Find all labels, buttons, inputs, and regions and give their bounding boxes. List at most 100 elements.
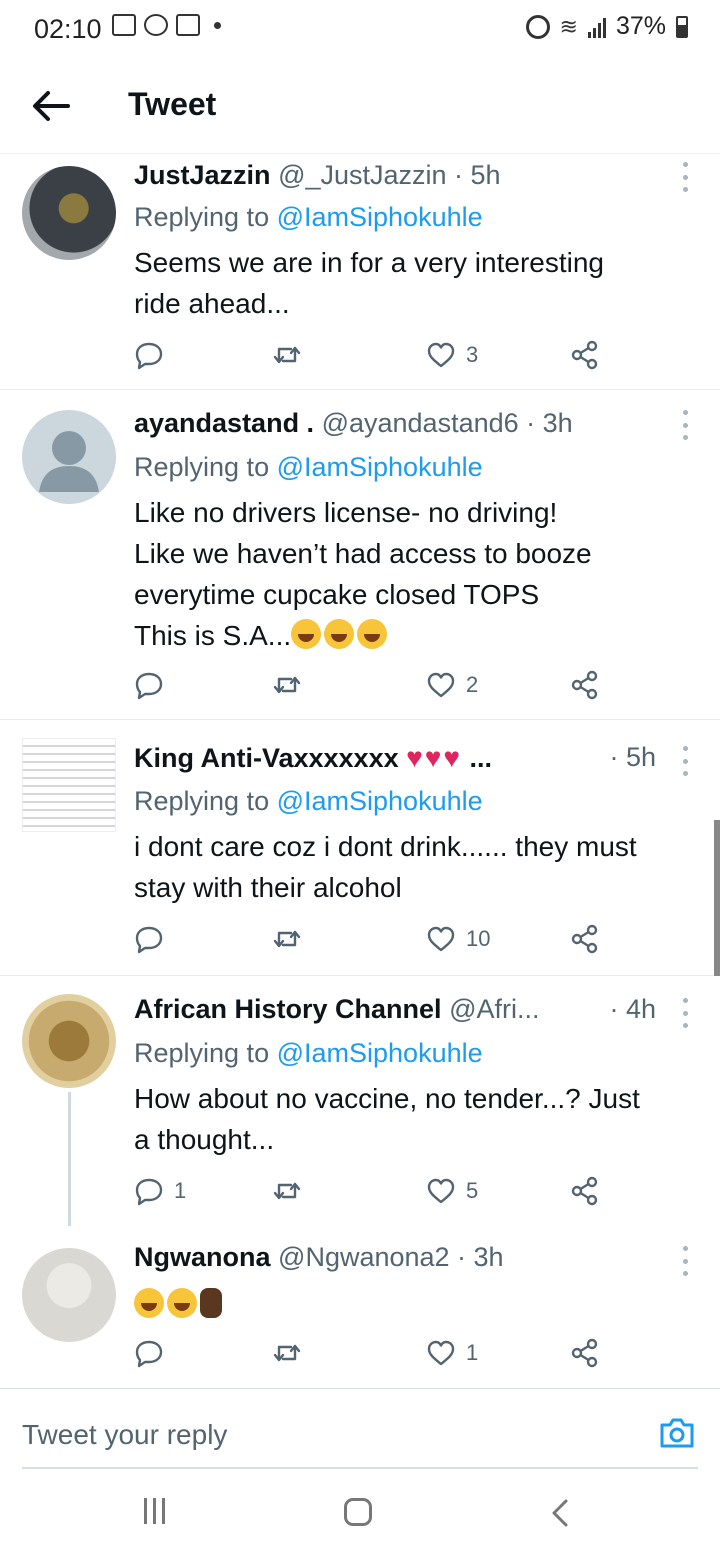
tweet-header: King Anti-Vaxxxxxxx ♥♥♥ ... [134, 742, 680, 774]
tweet-actions: 3 [134, 340, 614, 372]
retweet-button[interactable] [272, 670, 312, 700]
tweet-actions: 1 5 [134, 1176, 614, 1208]
laughing-emoji-icon [291, 619, 322, 649]
display-name[interactable]: King Anti-Vaxxxxxxx [134, 743, 399, 773]
scrollbar[interactable] [714, 820, 720, 976]
more-options-icon[interactable] [680, 998, 690, 1028]
avatar[interactable] [22, 1248, 116, 1342]
tweet-text-line: ride ahead... [134, 288, 290, 319]
share-icon [571, 1176, 598, 1206]
tweet-text-line: Like no drivers license- no driving! [134, 497, 558, 528]
tweet-text-line: This is S.A... [134, 620, 292, 651]
system-nav-bar [0, 1478, 720, 1560]
reply-tweet[interactable]: JustJazzin @_JustJazzin · 5h Replying to… [0, 154, 720, 390]
tweet-text: How about no vaccine, no tender...? Just… [134, 1078, 700, 1160]
whatsapp-icon [144, 14, 168, 36]
tweet-text-line: Seems we are in for a very interesting [134, 247, 604, 278]
share-button[interactable] [570, 340, 600, 370]
like-count: 10 [466, 926, 491, 951]
like-count: 5 [466, 1178, 479, 1203]
status-time: 02:10 [34, 14, 102, 44]
display-name[interactable]: JustJazzin [134, 160, 271, 190]
retweet-button[interactable] [272, 1176, 312, 1206]
camera-button[interactable] [658, 1415, 696, 1451]
retweet-button[interactable] [272, 924, 312, 954]
reply-composer: Tweet your reply [0, 1388, 720, 1468]
reply-tweet[interactable]: King Anti-Vaxxxxxxx ♥♥♥ ... · 5h Replyin… [0, 720, 720, 976]
retweet-button[interactable] [272, 1338, 312, 1368]
back-button[interactable] [28, 84, 76, 128]
reply-button[interactable] [134, 670, 174, 700]
like-button[interactable]: 3 [426, 340, 478, 370]
reply-button[interactable] [134, 1338, 174, 1368]
like-button[interactable]: 1 [426, 1338, 478, 1368]
retweet-button[interactable] [272, 340, 312, 370]
tweet-header: ayandastand . @ayandastand6 · 3h [134, 408, 680, 439]
mention-link[interactable]: @IamSiphokuhle [277, 452, 483, 482]
replying-to: Replying to @IamSiphokuhle [134, 202, 483, 233]
share-button[interactable] [570, 924, 600, 954]
more-options-icon[interactable] [680, 746, 690, 776]
replying-to-label: Replying to [134, 786, 277, 816]
share-button[interactable] [570, 670, 600, 700]
laughing-emoji-icon [134, 1288, 164, 1318]
signal-icon [587, 16, 606, 38]
reply-tweet[interactable]: African History Channel @Afri... · 4h Re… [0, 976, 720, 1226]
more-options-icon[interactable] [680, 1246, 690, 1276]
display-name[interactable]: African History Channel [134, 994, 442, 1024]
mention-link[interactable]: @IamSiphokuhle [277, 1038, 483, 1068]
status-notification-icons [112, 14, 221, 36]
reply-input[interactable]: Tweet your reply [22, 1419, 227, 1451]
laughing-emoji-icon [324, 619, 355, 649]
like-button[interactable]: 10 [426, 924, 490, 954]
reply-button[interactable] [134, 340, 174, 370]
retweet-icon [273, 1344, 301, 1362]
display-name[interactable]: Ngwanona [134, 1242, 271, 1272]
reply-underline [22, 1467, 698, 1469]
reply-tweet[interactable]: ayandastand . @ayandastand6 · 3h Replyin… [0, 390, 720, 720]
tweet-text-line: stay with their alcohol [134, 872, 402, 903]
more-options-icon[interactable] [680, 162, 690, 192]
recent-apps-button[interactable] [144, 1498, 165, 1524]
tweet-actions: 1 [134, 1338, 614, 1370]
tweet-text: i dont care coz i dont drink...... they … [134, 826, 700, 908]
tweet-time: · 4h [609, 994, 656, 1024]
reply-button[interactable]: 1 [134, 1176, 186, 1206]
heart-icon [427, 926, 455, 952]
share-button[interactable] [570, 1338, 600, 1368]
tweet-text-line: How about no vaccine, no tender...? Just [134, 1083, 640, 1114]
handle: @Afri... [449, 994, 540, 1024]
avatar[interactable] [22, 994, 116, 1088]
display-name-overflow: ... [469, 743, 493, 773]
like-button[interactable]: 5 [426, 1176, 478, 1206]
reply-icon [135, 1178, 163, 1206]
mention-link[interactable]: @IamSiphokuhle [277, 202, 483, 232]
system-back-button[interactable] [548, 1498, 572, 1533]
avatar[interactable] [22, 738, 116, 832]
tweet-text-line-last: This is S.A... [134, 615, 700, 656]
heart-icon [427, 672, 455, 698]
handle-time: @Ngwanona2 · 3h [278, 1242, 504, 1272]
like-count: 1 [466, 1340, 479, 1365]
default-avatar-icon [39, 431, 99, 492]
share-icon [571, 1338, 598, 1368]
retweet-icon [273, 1182, 301, 1200]
more-options-icon[interactable] [680, 410, 690, 440]
like-button[interactable]: 2 [426, 670, 478, 700]
avatar[interactable] [22, 166, 116, 260]
heart-icon [427, 1340, 455, 1366]
retweet-icon [273, 930, 301, 948]
avatar[interactable] [22, 410, 116, 504]
laughing-emoji-icon [357, 619, 388, 649]
reply-tweet[interactable]: Ngwanona @Ngwanona2 · 3h 1 [0, 1226, 720, 1388]
more-notifications-icon [214, 21, 221, 29]
share-icon [571, 340, 598, 370]
mention-link[interactable]: @IamSiphokuhle [277, 786, 483, 816]
share-button[interactable] [570, 1176, 600, 1206]
home-button[interactable] [344, 1498, 372, 1526]
retweet-icon [273, 676, 301, 694]
reply-button[interactable] [134, 924, 174, 954]
handle-time: · 5h [609, 742, 656, 772]
display-name[interactable]: ayandastand . [134, 408, 314, 438]
handle-time: @ayandastand6 · 3h [321, 408, 573, 438]
